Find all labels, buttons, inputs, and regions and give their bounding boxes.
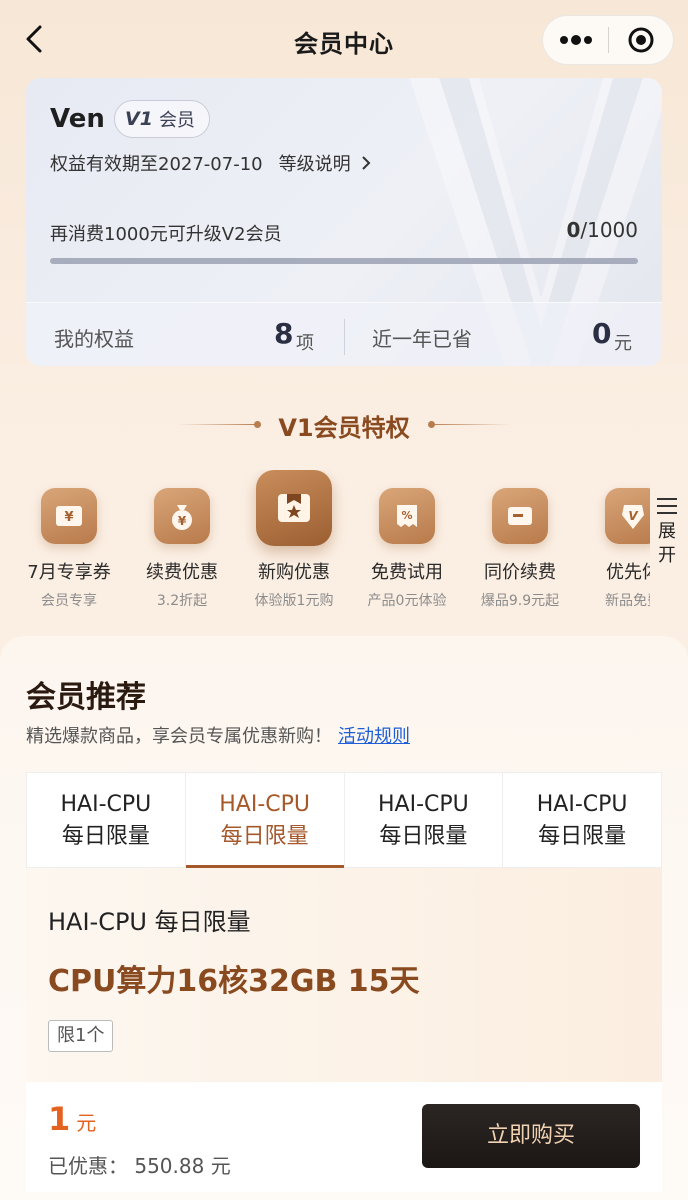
tab-line1: HAI-CPU [60,792,152,817]
svg-text:¥: ¥ [64,510,73,525]
progress-text: 0/1000 [566,218,638,242]
mini-program-capsule [542,15,674,65]
v-badge-icon: V [605,488,650,544]
privilege-item-renew[interactable]: ¥ 续费优惠 3.2折起 [122,470,242,620]
upgrade-progress-bar [50,258,638,264]
progress-current: 0 [566,218,581,242]
discount-coupon-icon: % [379,488,435,544]
heading-line-right [430,424,510,425]
privileges-title: V1会员特权 [278,414,410,442]
member-name: Ven [50,104,105,134]
product-spec: CPU算力16核32GB 15天 [48,964,420,999]
level-badge: V1 会员 [114,100,210,138]
tab-line2: 每日限量 [61,824,150,849]
close-target-icon[interactable] [609,15,673,65]
product-tabs: HAI-CPU 每日限量 HAI-CPU 每日限量 HAI-CPU 每日限量 HAI-… [26,772,662,868]
product-title: HAI-CPU 每日限量 [48,908,251,936]
more-icon[interactable] [543,15,608,65]
expand-privileges-button[interactable]: 展 开 [652,498,682,568]
privilege-sub: 体验版1元购 [254,593,334,609]
tab-line2: 每日限量 [379,824,468,849]
privilege-name: 续费优惠 [146,562,218,583]
tab-1[interactable]: HAI-CPU 每日限量 [185,773,345,868]
money-bag-icon: ¥ [154,488,210,544]
benefits-value: 8 [274,317,294,350]
saved-unit: 元 [614,333,632,354]
discount-saved: 已优惠： 550.88 元 [48,1154,231,1178]
expand-label-1: 展 [658,521,676,542]
saved-value: 0 [592,317,612,350]
rules-link[interactable]: 活动规则 [338,726,410,747]
card-icon [492,488,548,544]
privilege-sub: 产品0元体验 [367,593,447,609]
tab-line1: HAI-CPU [536,792,628,817]
privilege-name: 新购优惠 [258,562,330,583]
saved-label[interactable]: 近一年已省 [372,323,472,352]
privilege-item-priority[interactable]: V 优先体 新品免费 [573,470,650,620]
price-value: 1 [48,1100,71,1138]
tab-line1: HAI-CPU [219,792,310,817]
level-desc-label: 等级说明 [278,154,351,175]
level-code: V1 [125,108,153,130]
privilege-item-trial[interactable]: % 免费试用 产品0元体验 [347,470,467,620]
svg-text:%: % [401,509,412,522]
privilege-name: 7月专享券 [27,562,111,583]
recommend-desc-text: 精选爆款商品，享会员专属优惠新购！ [26,726,332,747]
privilege-item-coupon[interactable]: ¥ 7月专享券 会员专享 [9,470,129,620]
recommend-desc: 精选爆款商品，享会员专属优惠新购！ 活动规则 [26,722,410,748]
privilege-name: 优先体 [606,562,650,583]
menu-icon [657,498,677,514]
upgrade-hint: 再消费1000元可升级V2会员 [50,224,282,245]
validity-text: 权益有效期至2027-07-10 [50,154,263,175]
privilege-item-sameprice[interactable]: 同价续费 爆品9.9元起 [460,470,580,620]
stats-divider [344,319,345,355]
privilege-name: 同价续费 [484,562,556,583]
tab-0[interactable]: HAI-CPU 每日限量 [27,773,186,867]
limit-tag: 限1个 [48,1020,114,1052]
privilege-sub: 会员专享 [41,593,97,609]
benefits-unit: 项 [296,333,314,354]
privileges-heading: V1会员特权 [0,404,688,444]
privilege-sub: 爆品9.9元起 [480,593,560,609]
top-nav: 会员中心 [0,0,688,80]
buy-now-button[interactable]: 立即购买 [422,1104,640,1168]
chevron-right-icon [361,156,371,170]
level-text: 会员 [158,110,195,131]
member-recommend-panel: 会员推荐 精选爆款商品，享会员专属优惠新购！ 活动规则 HAI-CPU 每日限量 H… [0,636,688,1200]
tab-line2: 每日限量 [538,824,627,849]
privilege-item-newbuy[interactable]: 新购优惠 体验版1元购 [234,470,354,620]
member-card: Ven V1 会员 权益有效期至2027-07-10 等级说明 再消费1000元… [26,78,662,366]
gift-box-icon [256,470,332,546]
tab-line1: HAI-CPU [378,792,469,817]
progress-total: /1000 [580,218,638,242]
privilege-sub: 新品免费 [605,593,650,609]
level-desc-link[interactable]: 等级说明 [279,150,371,176]
stats-row: 我的权益 8 项 近一年已省 0 元 [26,302,662,366]
price: 1元 [48,1100,96,1138]
buy-bar: 1元 已优惠： 550.88 元 立即购买 [26,1082,662,1192]
privilege-name: 免费试用 [371,562,443,583]
privilege-sub: 3.2折起 [156,593,208,609]
tab-line2: 每日限量 [220,824,309,849]
svg-text:¥: ¥ [178,514,187,528]
privileges-row: ¥ 7月专享券 会员专享 ¥ 续费优惠 3.2折起 新购优惠 体验版1元购 % … [0,470,650,620]
product-card: HAI-CPU 每日限量 CPU算力16核32GB 15天 限1个 [26,868,662,1082]
recommend-title: 会员推荐 [26,680,146,715]
validity-row: 权益有效期至2027-07-10 等级说明 [50,150,371,176]
benefits-label[interactable]: 我的权益 [54,323,134,352]
tab-3[interactable]: HAI-CPU 每日限量 [503,773,661,867]
price-unit: 元 [76,1111,97,1135]
tab-2[interactable]: HAI-CPU 每日限量 [345,773,504,867]
ticket-yen-icon: ¥ [41,488,97,544]
expand-label-2: 开 [658,545,676,566]
